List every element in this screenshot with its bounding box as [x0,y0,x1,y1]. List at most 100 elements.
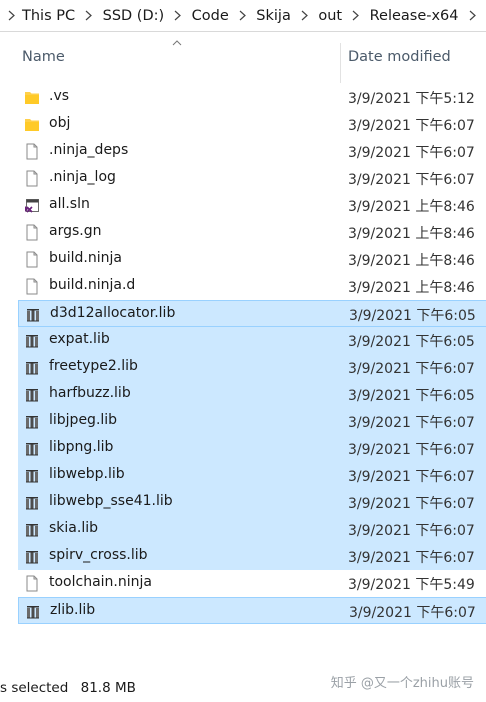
file-icon [24,143,40,160]
file-row[interactable]: libjpeg.lib 3/9/2021 下午6:07 [18,408,486,435]
file-date-modified: 3/9/2021 下午6:07 [348,361,475,377]
file-row[interactable]: libwebp.lib 3/9/2021 下午6:07 [18,462,486,489]
chevron-right-icon[interactable] [291,0,319,31]
file-row[interactable]: .ninja_deps 3/9/2021 下午6:07 [18,138,486,165]
file-name: libwebp.lib [49,466,125,482]
file-date-modified: 3/9/2021 下午5:49 [348,577,475,593]
file-icon [24,278,40,295]
breadcrumb-item[interactable]: Release-x64 [370,0,459,31]
file-date-modified: 3/9/2021 下午6:07 [349,605,476,621]
file-row[interactable]: libpng.lib 3/9/2021 下午6:07 [18,435,486,462]
file-row[interactable]: build.ninja 3/9/2021 上午8:46 [18,246,486,273]
file-date-modified: 3/9/2021 下午6:05 [349,308,476,324]
address-bar[interactable]: This PC SSD (D:) Code Skija out Release-x64 [0,0,486,32]
chevron-right-icon[interactable] [0,0,22,31]
file-name: d3d12allocator.lib [50,305,176,321]
file-date-modified: 3/9/2021 上午8:46 [348,253,475,269]
library-icon [24,386,40,403]
file-name: libjpeg.lib [49,412,118,428]
file-name: libpng.lib [49,439,114,455]
library-icon [24,494,40,511]
file-date-modified: 3/9/2021 下午6:07 [348,145,475,161]
file-row[interactable]: harfbuzz.lib 3/9/2021 下午6:05 [18,381,486,408]
library-icon [24,521,40,538]
file-name: .ninja_deps [49,142,129,158]
status-selected-count: s selected [0,680,69,696]
breadcrumb-item[interactable]: Code [192,0,229,31]
file-name: args.gn [49,223,102,239]
column-header-name[interactable]: Name [22,49,65,65]
chevron-right-icon[interactable] [75,0,103,31]
file-row[interactable]: spirv_cross.lib 3/9/2021 下午6:07 [18,543,486,570]
breadcrumb-label: SSD (D:) [102,7,165,24]
folder-icon [24,89,40,106]
file-date-modified: 3/9/2021 下午6:07 [348,172,475,188]
file-date-modified: 3/9/2021 上午8:46 [348,199,475,215]
file-row[interactable]: zlib.lib 3/9/2021 下午6:07 [18,597,486,624]
file-date-modified: 3/9/2021 下午6:07 [348,550,475,566]
file-name: obj [49,115,71,131]
chevron-right-icon[interactable] [342,0,370,31]
file-row[interactable]: .ninja_log 3/9/2021 下午6:07 [18,165,486,192]
file-name: freetype2.lib [49,358,138,374]
file-row[interactable]: args.gn 3/9/2021 上午8:46 [18,219,486,246]
breadcrumb-label: Skija [256,7,291,24]
breadcrumb-item[interactable]: out [318,0,342,31]
chevron-right-icon[interactable] [164,0,192,31]
file-date-modified: 3/9/2021 上午8:46 [348,280,475,296]
file-row[interactable]: libwebp_sse41.lib 3/9/2021 下午6:07 [18,489,486,516]
library-icon [25,603,41,620]
column-header-date-modified[interactable]: Date modified [348,49,451,65]
file-date-modified: 3/9/2021 下午6:07 [348,118,475,134]
file-date-modified: 3/9/2021 下午6:07 [348,523,475,539]
watermark-text: 知乎 @又一个zhihu账号 [330,676,474,691]
file-row[interactable]: obj 3/9/2021 下午6:07 [18,111,486,138]
chevron-right-icon[interactable] [459,0,486,31]
library-icon [24,467,40,484]
file-name: build.ninja.d [49,277,136,293]
chevron-right-icon[interactable] [229,0,257,31]
file-name: libwebp_sse41.lib [49,493,173,509]
file-icon [24,251,40,268]
file-row[interactable]: toolchain.ninja 3/9/2021 下午5:49 [18,570,486,597]
file-name: toolchain.ninja [49,574,152,590]
file-name: all.sln [49,196,90,212]
library-icon [24,359,40,376]
visual-studio-solution-icon [24,197,40,214]
library-icon [25,306,41,323]
file-date-modified: 3/9/2021 下午6:05 [348,334,475,350]
file-name: spirv_cross.lib [49,547,148,563]
file-name: build.ninja [49,250,122,266]
folder-icon [24,116,40,133]
file-row[interactable]: build.ninja.d 3/9/2021 上午8:46 [18,273,486,300]
breadcrumb-label: Code [191,7,229,24]
file-row[interactable]: d3d12allocator.lib 3/9/2021 下午6:05 [18,300,486,327]
file-name: .vs [49,88,70,104]
breadcrumb-item[interactable]: SSD (D:) [103,0,165,31]
file-name: harfbuzz.lib [49,385,131,401]
file-row[interactable]: skia.lib 3/9/2021 下午6:07 [18,516,486,543]
file-date-modified: 3/9/2021 下午6:07 [348,415,475,431]
library-icon [24,413,40,430]
file-date-modified: 3/9/2021 下午6:05 [348,388,475,404]
file-date-modified: 3/9/2021 上午8:46 [348,226,475,242]
library-icon [24,548,40,565]
breadcrumb-label: This PC [22,7,76,24]
file-row[interactable]: .vs 3/9/2021 下午5:12 [18,84,486,111]
breadcrumb-item[interactable]: This PC [22,0,75,31]
file-name: zlib.lib [50,602,96,618]
breadcrumb-item[interactable]: Skija [256,0,291,31]
library-icon [24,440,40,457]
file-name: .ninja_log [49,169,116,185]
file-row[interactable]: expat.lib 3/9/2021 下午6:05 [18,327,486,354]
file-date-modified: 3/9/2021 下午5:12 [348,91,475,107]
file-icon [24,575,40,592]
breadcrumb-label: Release-x64 [369,7,459,24]
breadcrumb-label: out [318,7,343,24]
file-date-modified: 3/9/2021 下午6:07 [348,469,475,485]
file-row[interactable]: freetype2.lib 3/9/2021 下午6:07 [18,354,486,381]
file-icon [24,224,40,241]
file-row[interactable]: all.sln 3/9/2021 上午8:46 [18,192,486,219]
status-selected-size: 81.8 MB [80,680,136,696]
column-divider[interactable] [340,43,341,83]
